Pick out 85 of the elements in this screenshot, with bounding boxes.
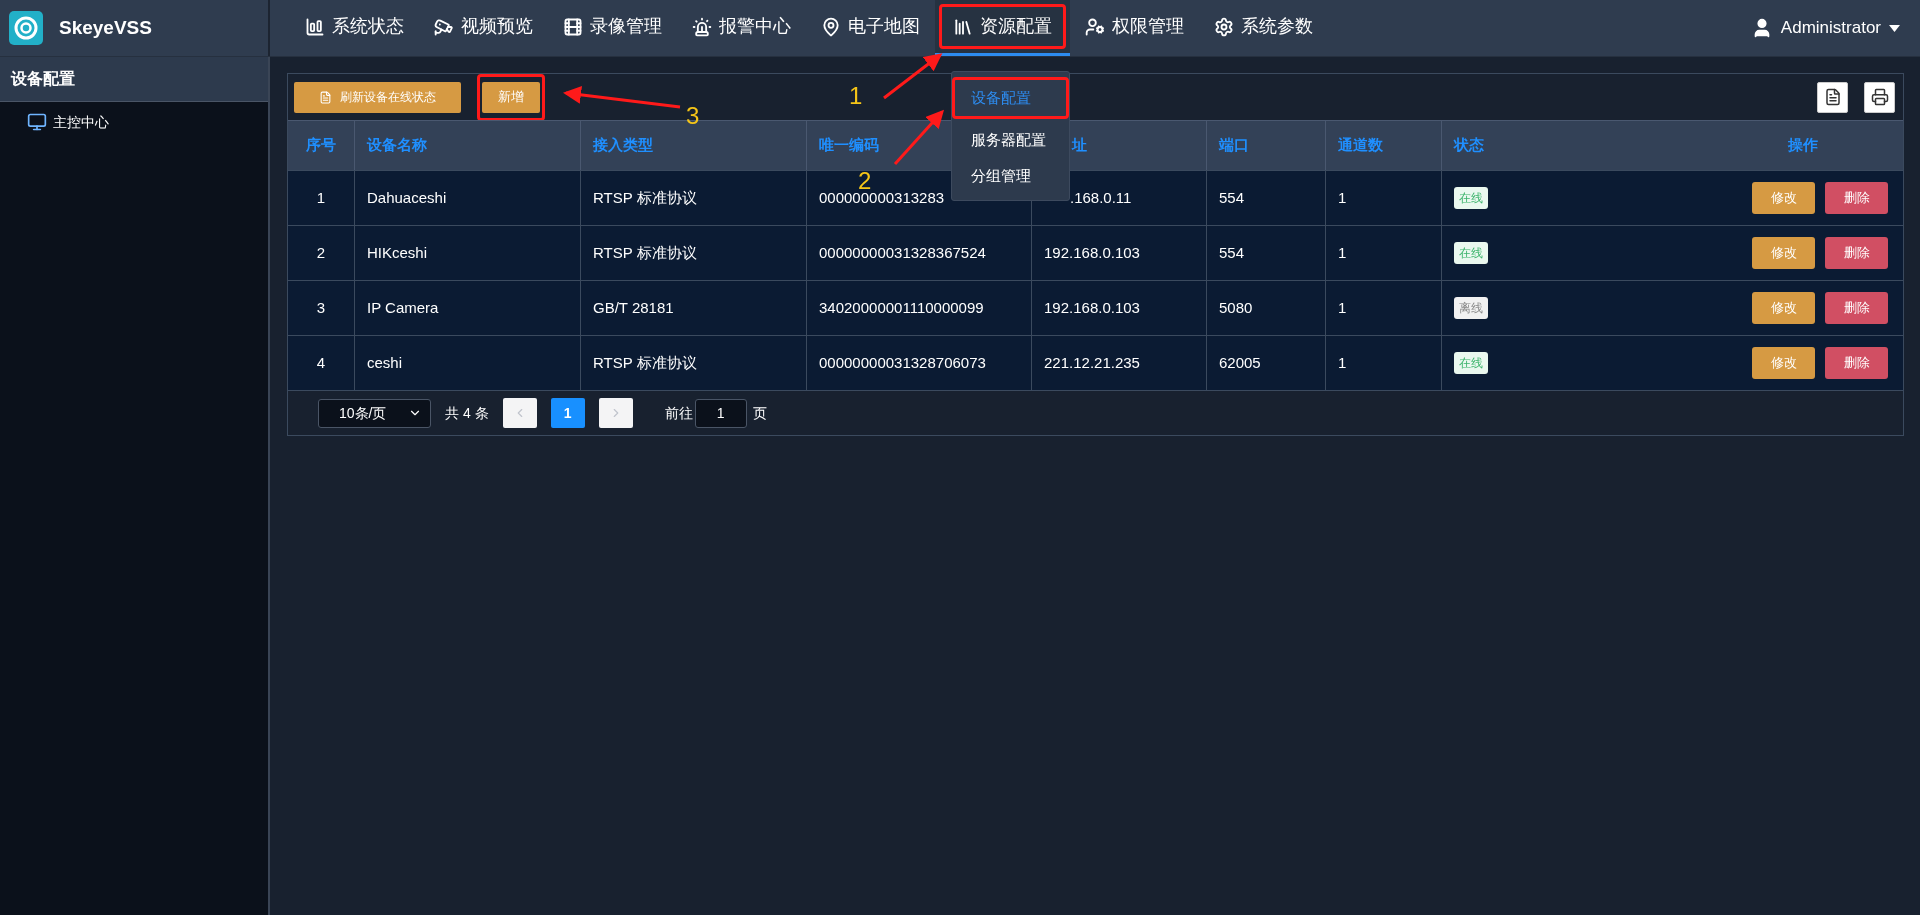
- prev-page-button[interactable]: [502, 398, 537, 428]
- table-cell-text: 2: [316, 242, 326, 263]
- document-icon: [1823, 88, 1842, 106]
- page-suffix: 页: [752, 403, 767, 423]
- column-header: 通道数: [1338, 135, 1383, 156]
- delete-button[interactable]: 删除: [1825, 347, 1888, 379]
- settings-icon: [1214, 16, 1234, 37]
- next-page-button[interactable]: [598, 398, 633, 428]
- table-cell-text: 1: [1338, 187, 1347, 208]
- table-cell-text: Dahuaceshi: [367, 187, 447, 208]
- goto-label: 前往: [664, 403, 693, 423]
- delete-button[interactable]: 删除: [1825, 182, 1888, 214]
- table-cell-text: 3: [316, 297, 326, 318]
- document-icon: [319, 90, 332, 104]
- export-button[interactable]: [1817, 81, 1848, 113]
- total-count: 共 4 条: [445, 403, 489, 423]
- table-cell-text: 554: [1219, 187, 1245, 208]
- menu-item[interactable]: 分组管理: [955, 158, 1066, 194]
- table-cell-text: 192.168.0.103: [1044, 242, 1140, 263]
- table-cell-text: 34020000001110000099: [819, 297, 984, 318]
- nav-tab[interactable]: 系统状态: [294, 4, 415, 49]
- caret-icon: [1889, 24, 1900, 32]
- table-cell-text: 1: [1338, 242, 1347, 263]
- column-header: 接入类型: [593, 135, 653, 156]
- column-header: 状态: [1454, 135, 1484, 156]
- user-gear-icon: [1085, 16, 1105, 37]
- user-menu[interactable]: Administrator: [1750, 0, 1920, 56]
- annotation-number: 3: [686, 101, 700, 131]
- table-cell-text: 00000000031328706073: [819, 352, 986, 373]
- map-pin-icon: [821, 16, 841, 37]
- table-cell-text: RTSP 标准协议: [593, 187, 697, 208]
- status-tag: 在线: [1454, 242, 1488, 264]
- nav-tab[interactable]: 权限管理: [1074, 4, 1195, 49]
- nav-tab[interactable]: 系统参数: [1203, 4, 1324, 49]
- column-header: 操作: [1788, 135, 1818, 156]
- delete-button[interactable]: 删除: [1825, 237, 1888, 269]
- print-icon: [1870, 88, 1889, 106]
- column-header: 唯一编码: [819, 135, 879, 156]
- table-cell-text: ceshi: [367, 352, 403, 373]
- menu-item[interactable]: 服务器配置: [955, 122, 1066, 158]
- table-cell-text: RTSP 标准协议: [593, 242, 697, 263]
- status-tag: 在线: [1454, 352, 1488, 374]
- status-tag: 离线: [1454, 297, 1488, 319]
- nav-tab[interactable]: 报警中心: [681, 4, 802, 49]
- binders-icon: [953, 16, 973, 37]
- print-button[interactable]: [1864, 81, 1895, 113]
- table-cell-text: 4: [316, 352, 326, 373]
- table-cell-text: .168.0.11: [1070, 187, 1132, 208]
- film-icon: [563, 16, 583, 37]
- delete-button[interactable]: 删除: [1825, 292, 1888, 324]
- status-tag: 在线: [1454, 187, 1488, 209]
- table-cell-text: GB/T 28181: [593, 297, 674, 318]
- siren-icon: [692, 16, 712, 37]
- table-cell-text: 192.168.0.103: [1044, 297, 1140, 318]
- tree-item[interactable]: 主控中心: [0, 110, 268, 134]
- table-cell-text: RTSP 标准协议: [593, 352, 697, 373]
- column-header: 设备名称: [367, 135, 427, 156]
- bar-chart-icon: [305, 16, 325, 37]
- table-cell-text: IP Camera: [367, 297, 439, 318]
- column-header: 址: [1072, 135, 1087, 156]
- table-cell-text: 1: [1338, 297, 1347, 318]
- table-cell-text: 000000000313283: [819, 188, 945, 208]
- nav-tab[interactable]: 录像管理: [552, 4, 673, 49]
- nav-tab[interactable]: 电子地图: [810, 4, 931, 49]
- app-title: SkeyeVSS: [59, 15, 152, 40]
- column-header: 端口: [1219, 135, 1249, 156]
- monitor-icon: [27, 112, 47, 132]
- annotation-arrow: [893, 109, 944, 165]
- table-cell-text: 554: [1219, 242, 1245, 263]
- table-cell-text: 62005: [1219, 352, 1261, 373]
- table-cell-text: HIKceshi: [367, 242, 428, 263]
- page-input[interactable]: 1: [694, 398, 747, 428]
- sidebar-header: 设备配置: [0, 57, 268, 102]
- column-header: 序号: [306, 135, 336, 156]
- table-cell-text: 1: [316, 187, 326, 208]
- table-cell-text: 221.12.21.235: [1044, 352, 1140, 373]
- table-cell-text: 1: [1338, 352, 1347, 373]
- nav-tab[interactable]: 视频预览: [423, 4, 544, 49]
- table-cell-text: 00000000031328367524: [819, 242, 986, 263]
- camera-icon: [434, 16, 454, 37]
- table-cell-text: 5080: [1219, 297, 1253, 318]
- app-logo-icon: [9, 11, 43, 45]
- annotation-arrow: [883, 53, 943, 100]
- annotation-number: 1: [849, 81, 863, 111]
- page-size-select[interactable]: 10条/页: [318, 398, 431, 428]
